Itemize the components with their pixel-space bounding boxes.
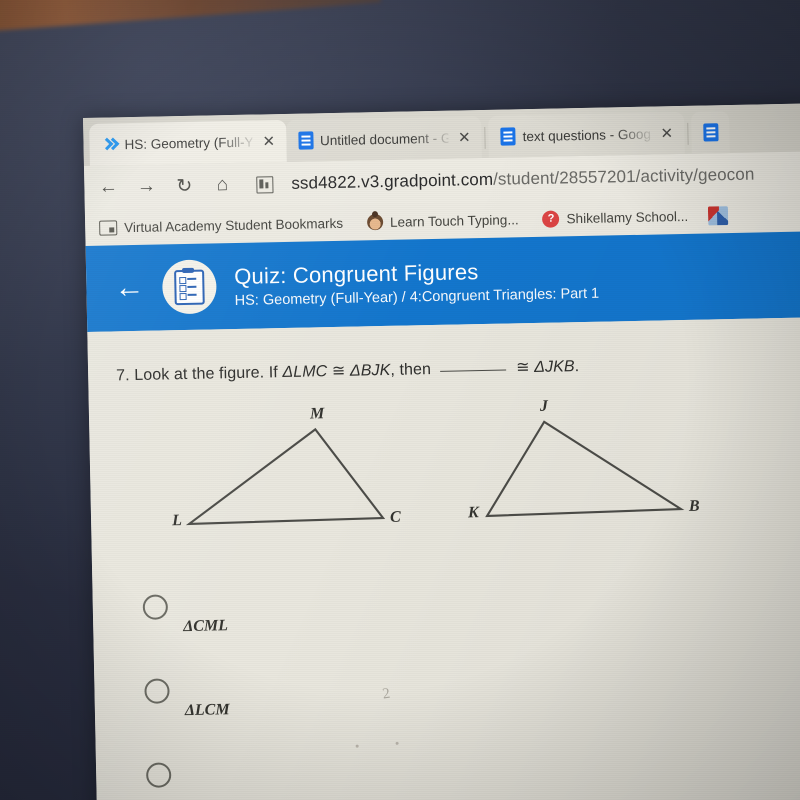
forward-icon[interactable]: → <box>136 176 156 198</box>
quiz-header-text: Quiz: Congruent Figures HS: Geometry (Fu… <box>233 256 600 309</box>
clipboard-row <box>179 284 197 292</box>
question-text: 7. Look at the figure. If ΔLMC ≅ ΔBJK, t… <box>116 351 800 386</box>
bookmark-virtual-academy[interactable]: Virtual Academy Student Bookmarks <box>99 215 344 236</box>
paper-speck <box>355 744 359 748</box>
tab-separator <box>686 122 689 145</box>
google-docs-icon <box>297 131 314 150</box>
pencil-mark: 2 <box>381 685 392 703</box>
quiz-back-icon[interactable]: ← <box>114 271 145 305</box>
browser-tab-3[interactable] <box>690 111 730 154</box>
url-domain: ssd4822.v3.gradpoint.com <box>291 169 494 193</box>
bookmark-learn-touch-typing-label: Learn Touch Typing... <box>389 211 519 230</box>
question-body: 7. Look at the figure. If ΔLMC ≅ ΔBJK, t… <box>87 316 800 800</box>
chromebook-screen: HS: Geometry (Full-Y ✕ Untitled document… <box>83 102 800 800</box>
typing-mascot-icon <box>366 214 384 231</box>
vertex-label-C: C <box>389 508 401 526</box>
vertex-label-B: B <box>688 497 700 515</box>
address-bar[interactable]: ssd4822.v3.gradpoint.com/student/2855720… <box>291 165 754 194</box>
radio-button[interactable] <box>145 762 172 788</box>
triangles-svg <box>185 420 685 526</box>
google-docs-icon <box>500 127 516 146</box>
url-path: /student/28557201/activity/geocon <box>492 164 755 189</box>
question-then: , then <box>390 361 432 379</box>
browser-tab-2-close-icon[interactable]: ✕ <box>657 124 676 142</box>
tab-separator <box>484 126 486 149</box>
answer-option-1[interactable]: ΔLCM 2 <box>122 659 800 758</box>
quiz-clipboard-icon <box>161 259 217 315</box>
photo-of-screen: HS: Geometry (Full-Y ✕ Untitled document… <box>0 0 800 800</box>
bookmark-shikellamy-school-label: Shikellamy School... <box>566 208 689 226</box>
home-icon[interactable]: ⌂ <box>212 174 232 196</box>
answer-option-1-label: ΔLCM <box>184 701 230 720</box>
vertex-label-L: L <box>171 512 183 530</box>
congruent-symbol-2: ≅ <box>515 359 530 377</box>
browser-tab-2[interactable]: text questions - Goog ✕ <box>488 111 685 158</box>
clipboard-row <box>179 292 198 300</box>
radio-button[interactable] <box>142 594 169 620</box>
back-icon[interactable]: ← <box>98 176 118 198</box>
answer-blank <box>440 369 507 372</box>
folder-icon <box>99 219 118 236</box>
browser-tab-0[interactable]: HS: Geometry (Full-Y ✕ <box>89 119 287 166</box>
cube-icon <box>707 205 729 225</box>
answer-options: ΔCML ΔLCM 2 <box>120 575 800 800</box>
browser-tab-1-close-icon[interactable]: ✕ <box>455 128 474 146</box>
browser-tab-0-title: HS: Geometry (Full-Y <box>124 134 253 152</box>
answer-option-0[interactable]: ΔCML <box>120 575 800 674</box>
congruent-symbol: ≅ <box>331 362 346 381</box>
vertex-label-K: K <box>467 504 479 522</box>
bookmark-learn-touch-typing[interactable]: Learn Touch Typing... <box>366 211 519 231</box>
question-triangle-a: ΔLMC <box>282 363 328 382</box>
paper-speck <box>395 741 399 745</box>
site-info-icon[interactable] <box>256 175 274 194</box>
clipboard-glyph <box>174 269 205 305</box>
triangle-jkb <box>485 420 685 518</box>
page-title: Quiz: Congruent Figures <box>233 258 479 289</box>
browser-tab-1[interactable]: Untitled document - G ✕ <box>285 116 483 162</box>
question-period: . <box>574 358 580 376</box>
quiz-header: ← Quiz: Congruent Figures HS: Geometry (… <box>85 230 800 332</box>
question-triangle-b: ΔBJK <box>349 361 391 380</box>
browser-tab-0-close-icon[interactable]: ✕ <box>259 132 278 150</box>
reload-icon[interactable]: ↻ <box>174 174 194 197</box>
vertex-label-J: J <box>539 397 549 415</box>
radio-button[interactable] <box>144 678 170 704</box>
bookmark-shikellamy-school[interactable]: ? Shikellamy School... <box>542 207 689 228</box>
desk-surface <box>0 0 382 34</box>
question-triangle-c: ΔJKB <box>534 358 575 376</box>
question-lead: Look at the figure. If <box>134 364 279 385</box>
breadcrumb: HS: Geometry (Full-Year) / 4:Congruent T… <box>234 285 600 309</box>
question-number: 7. <box>116 367 130 385</box>
bookmark-virtual-academy-label: Virtual Academy Student Bookmarks <box>124 215 344 235</box>
triangle-lmc <box>185 427 386 526</box>
bookmark-cube[interactable] <box>707 205 735 225</box>
geometry-figure: L M C K J B <box>117 389 800 574</box>
browser-tab-2-title: text questions - Goog <box>522 126 651 144</box>
google-docs-icon <box>702 123 719 142</box>
shikellamy-icon: ? <box>542 209 560 228</box>
vertex-label-M: M <box>309 405 325 423</box>
chevrons-icon <box>101 136 117 152</box>
browser-tab-1-title: Untitled document - G <box>319 130 449 148</box>
answer-option-0-label: ΔCML <box>183 617 229 636</box>
clipboard-row <box>179 276 197 284</box>
